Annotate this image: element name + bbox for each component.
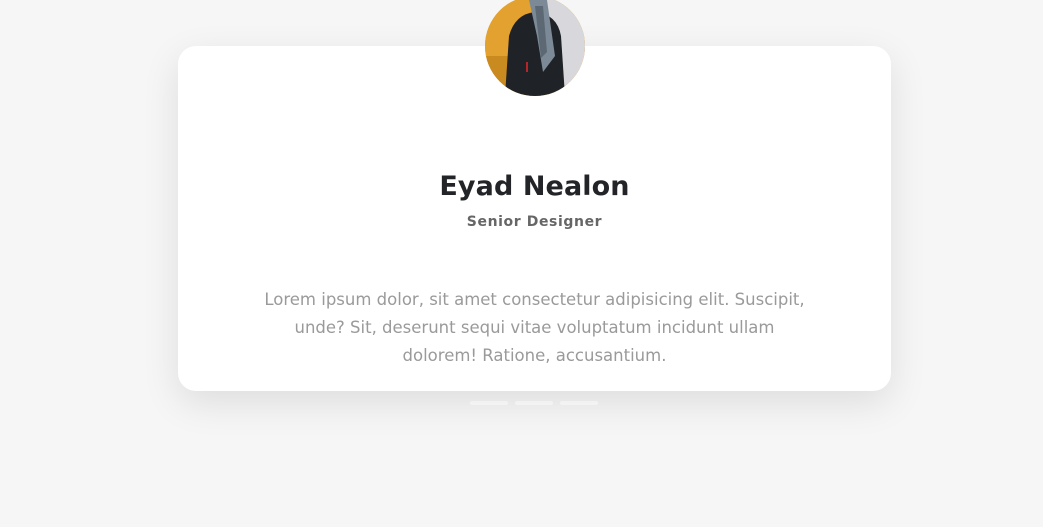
person-name: Eyad Nealon [439, 171, 630, 202]
avatar [485, 0, 585, 96]
slider-pagination [470, 401, 598, 405]
slide-indicator-3[interactable] [560, 401, 598, 405]
testimonial-card: Eyad Nealon Senior Designer Lorem ipsum … [178, 46, 891, 391]
slide-indicator-2[interactable] [515, 401, 553, 405]
slide-indicator-1[interactable] [470, 401, 508, 405]
testimonial-section: Eyad Nealon Senior Designer Lorem ipsum … [0, 0, 1043, 527]
testimonial-quote: Lorem ipsum dolor, sit amet consectetur … [264, 289, 805, 365]
person-role: Senior Designer [466, 214, 603, 230]
